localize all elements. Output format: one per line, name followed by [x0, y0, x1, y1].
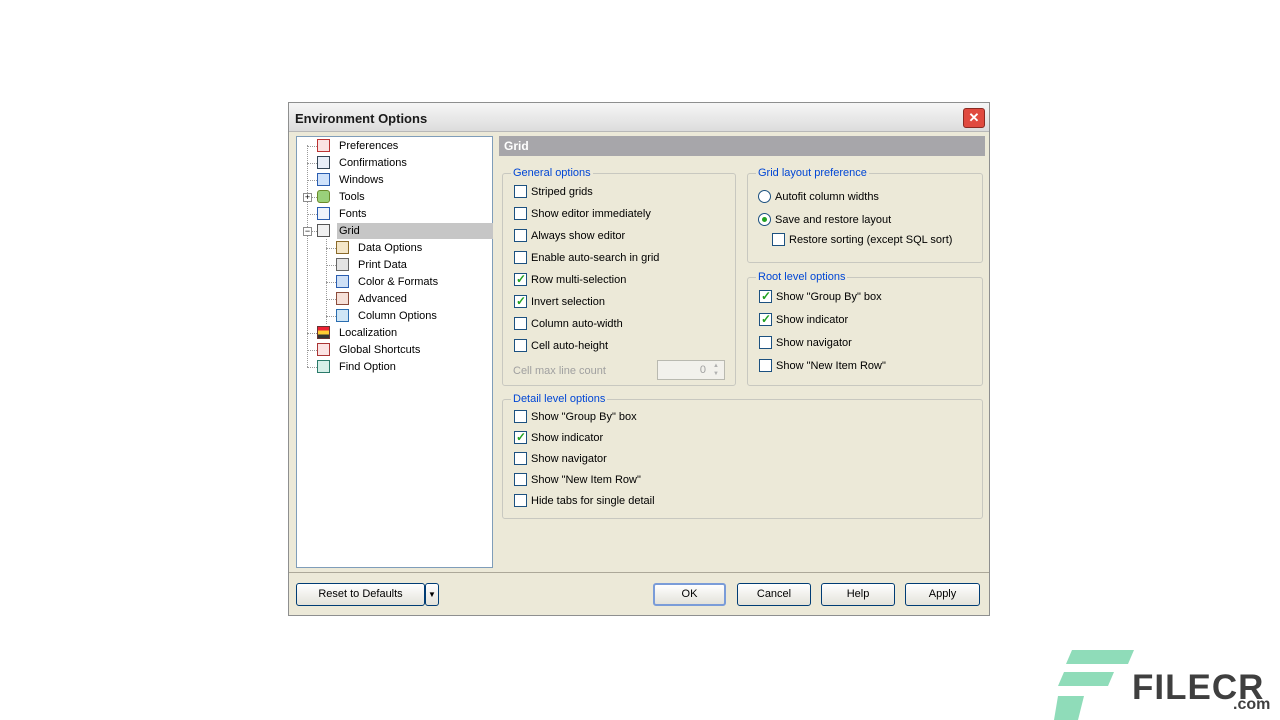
environment-options-dialog: Environment Options ✕ + − Preferences Co… — [288, 102, 990, 616]
windows-icon — [317, 173, 330, 186]
close-icon[interactable]: ✕ — [963, 108, 985, 128]
filecr-watermark: FILECR .com — [1054, 650, 1274, 720]
checkbox-box[interactable] — [514, 430, 527, 444]
general-options-group: General options Striped grids Show edito… — [502, 167, 736, 386]
checkbox-box[interactable] — [514, 229, 527, 242]
reset-to-defaults-label: Reset to Defaults — [318, 588, 403, 600]
radio-button[interactable] — [758, 190, 771, 203]
checkbox-box[interactable] — [759, 336, 772, 349]
radio-button[interactable] — [758, 213, 771, 226]
preferences-icon — [317, 139, 330, 152]
chevron-down-icon: ▼ — [428, 590, 436, 599]
checkbox-box[interactable] — [514, 317, 527, 330]
checkbox-box[interactable] — [514, 452, 527, 465]
expand-tools-icon[interactable]: + — [303, 193, 312, 202]
section-header: Grid — [499, 136, 985, 156]
checkbox-box[interactable] — [514, 251, 527, 264]
checkbox-box[interactable] — [772, 233, 785, 246]
options-tree: + − Preferences Confirmations Windows To… — [296, 136, 493, 568]
spinner-value: 0 — [699, 364, 706, 376]
help-button[interactable]: Help — [821, 583, 895, 606]
dialog-title: Environment Options — [295, 111, 428, 126]
help-label: Help — [846, 588, 870, 600]
title-bar: Environment Options ✕ — [289, 103, 989, 132]
group-title: General options — [511, 167, 593, 179]
ok-button[interactable]: OK — [653, 583, 726, 606]
grid-layout-group: Grid layout preference Autofit column wi… — [747, 167, 983, 263]
confirmations-icon — [317, 156, 330, 169]
collapse-grid-icon[interactable]: − — [303, 227, 312, 236]
checkbox-box[interactable] — [514, 185, 527, 198]
advanced-icon — [336, 292, 349, 305]
checkbox-box[interactable] — [759, 289, 772, 303]
group-title: Detail level options — [511, 393, 608, 405]
localization-icon — [317, 326, 330, 339]
watermark-domain: .com — [1233, 696, 1271, 713]
shortcuts-icon — [317, 343, 330, 356]
reset-to-defaults-button[interactable]: Reset to Defaults — [296, 583, 425, 606]
data-options-icon — [336, 241, 349, 254]
cancel-label: Cancel — [756, 588, 792, 600]
tree-item-grid[interactable]: Grid — [317, 223, 493, 239]
printer-icon — [336, 258, 349, 271]
fonts-icon — [317, 207, 330, 220]
color-formats-icon — [336, 275, 349, 288]
spinner-arrows-icon[interactable]: ▲ ▼ — [710, 362, 722, 378]
cancel-button[interactable]: Cancel — [737, 583, 811, 606]
checkbox-box[interactable] — [514, 294, 527, 308]
checkbox-box[interactable] — [514, 494, 527, 507]
filecr-logo-icon — [1054, 650, 1134, 720]
cell-max-line-count-label: Cell max line count — [513, 365, 606, 377]
group-title: Root level options — [756, 271, 848, 283]
root-level-options-group: Root level options Show "Group By" box S… — [747, 271, 983, 386]
footer-divider — [289, 572, 989, 573]
checkbox-box[interactable] — [759, 312, 772, 326]
detail-level-options-group: Detail level options Show "Group By" box… — [502, 393, 983, 519]
grid-icon — [317, 224, 330, 237]
apply-label: Apply — [928, 588, 957, 600]
checkbox-box[interactable] — [514, 339, 527, 352]
section-header-title: Grid — [504, 139, 529, 153]
checkbox-box[interactable] — [514, 272, 527, 286]
group-title: Grid layout preference — [756, 167, 869, 179]
ok-label: OK — [681, 588, 698, 600]
checkbox-box[interactable] — [514, 410, 527, 423]
column-options-icon — [336, 309, 349, 322]
checkbox-box[interactable] — [514, 207, 527, 220]
cell-max-line-count-spinner[interactable]: 0 ▲ ▼ — [657, 360, 725, 380]
find-icon — [317, 360, 330, 373]
reset-dropdown-button[interactable]: ▼ — [425, 583, 439, 606]
checkbox-box[interactable] — [514, 473, 527, 486]
tools-icon — [317, 190, 330, 203]
checkbox-box[interactable] — [759, 359, 772, 372]
apply-button[interactable]: Apply — [905, 583, 980, 606]
